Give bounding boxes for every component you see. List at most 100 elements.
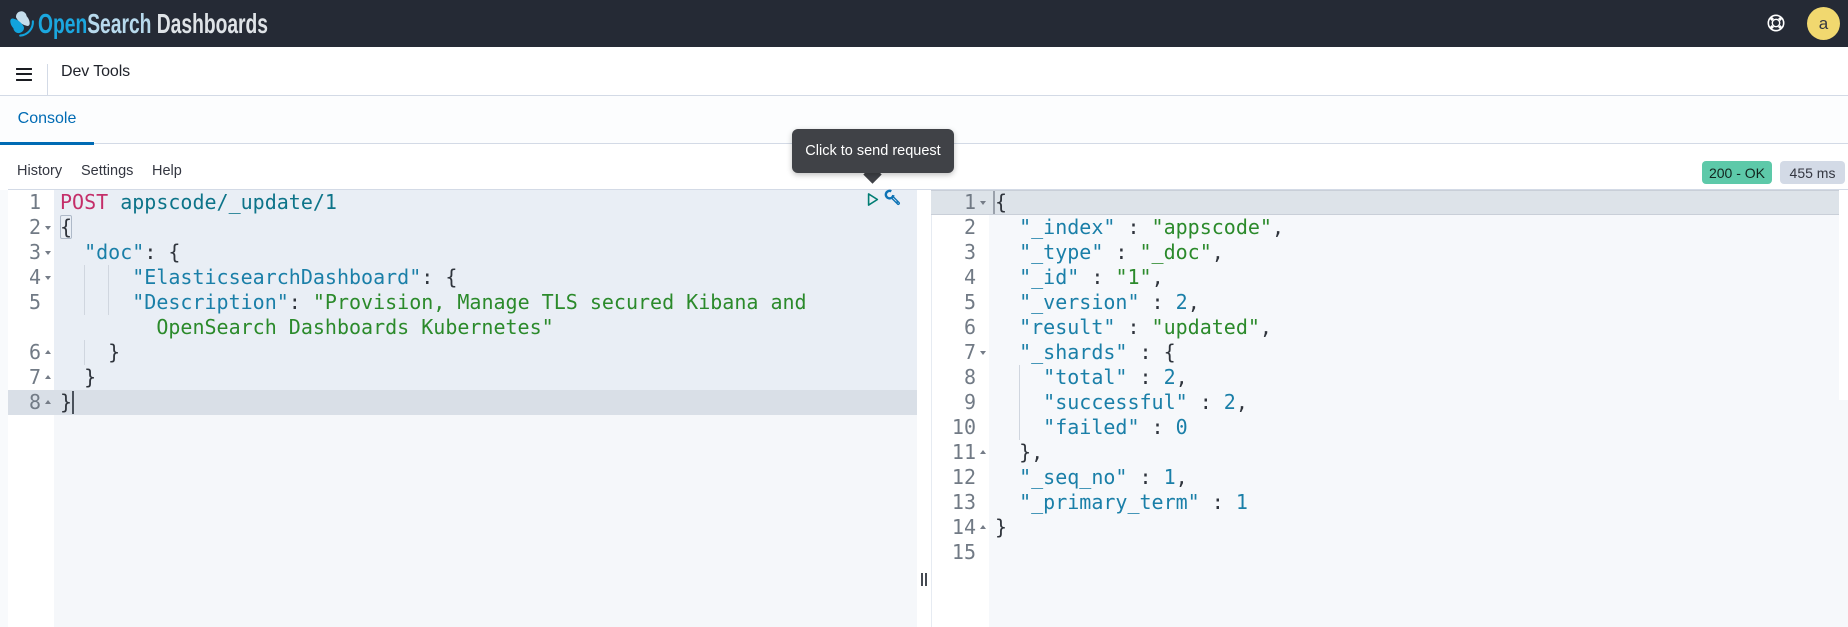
code-token-key: "_type"	[1019, 240, 1103, 264]
fold-caret-up-icon[interactable]	[45, 400, 51, 404]
code-token-key: "successful"	[1043, 390, 1188, 414]
menu-help[interactable]: Help	[152, 152, 182, 189]
code-token: :	[1140, 290, 1176, 314]
fold-caret-down-icon[interactable]	[980, 351, 986, 355]
code-token	[995, 315, 1019, 339]
code-token	[995, 215, 1019, 239]
code-token: ,	[1212, 240, 1224, 264]
menu-settings[interactable]: Settings	[81, 152, 133, 189]
code-token: :	[1115, 215, 1151, 239]
fold-caret-up-icon[interactable]	[45, 375, 51, 379]
code-token: {	[60, 215, 72, 239]
code-token: ,	[1260, 315, 1272, 339]
code-line: "result" : "updated",	[989, 315, 1839, 340]
code-line: "successful" : 2,	[989, 390, 1839, 415]
indent-guide	[108, 290, 109, 315]
code-token-str: OpenSearch Dashboards Kubernetes"	[156, 315, 553, 339]
code-line: "_seq_no" : 1,	[989, 465, 1839, 490]
code-token-key: "Description"	[132, 290, 289, 314]
code-token-num: 0	[1176, 415, 1188, 439]
send-request-icon[interactable]	[867, 192, 879, 207]
fold-caret-up-icon[interactable]	[980, 450, 986, 454]
gutter-line-number: 5	[8, 290, 54, 315]
code-token: {	[995, 190, 1007, 214]
gutter-line-number: 2	[931, 215, 989, 240]
indent-guide	[1019, 415, 1020, 440]
indent-guide	[108, 265, 109, 290]
code-line: {	[54, 215, 917, 240]
code-token: :	[1115, 315, 1151, 339]
code-token-str: "_doc"	[1140, 240, 1212, 264]
code-token: }	[60, 390, 72, 414]
code-token: ,	[1272, 215, 1284, 239]
code-line: "_type" : "_doc",	[989, 240, 1839, 265]
code-token	[60, 240, 84, 264]
code-token: :	[1140, 415, 1176, 439]
code-token	[60, 290, 132, 314]
code-token-method: POST	[60, 190, 120, 214]
code-token	[995, 290, 1019, 314]
gutter-line-number: 6	[931, 315, 989, 340]
code-line: OpenSearch Dashboards Kubernetes"	[54, 315, 917, 340]
fold-caret-down-icon[interactable]	[45, 251, 51, 255]
code-line: {	[989, 190, 1839, 215]
code-token: }	[60, 365, 96, 389]
code-token	[995, 340, 1019, 364]
request-editor[interactable]: 12345678 POST appscode/_update/1{ "doc":…	[8, 190, 917, 627]
code-token-str: "appscode"	[1152, 215, 1272, 239]
breadcrumb: Dev Tools	[61, 47, 130, 96]
code-token: ,	[1236, 390, 1248, 414]
code-token-num: 1	[1164, 465, 1176, 489]
tab-console[interactable]: Console	[0, 96, 94, 142]
code-token	[995, 490, 1019, 514]
menu-hamburger-icon[interactable]	[16, 68, 32, 82]
code-token: },	[995, 440, 1043, 464]
panel-resizer-grip[interactable]	[921, 573, 929, 587]
code-token: ,	[1176, 365, 1188, 389]
code-token	[995, 240, 1019, 264]
fold-caret-down-icon[interactable]	[45, 226, 51, 230]
tab-console-underline	[0, 142, 94, 145]
nav-bar: Dev Tools	[0, 47, 1848, 96]
gutter-line-number: 15	[931, 540, 989, 565]
code-token-key: "_version"	[1019, 290, 1139, 314]
fold-caret-down-icon[interactable]	[980, 201, 986, 205]
gutter-line-number: 3	[931, 240, 989, 265]
response-editor[interactable]: 123456789101112131415 { "_index" : "apps…	[931, 190, 1848, 627]
request-actions	[860, 189, 910, 214]
code-line: "_id" : "1",	[989, 265, 1839, 290]
code-line: "doc": {	[54, 240, 917, 265]
fold-caret-up-icon[interactable]	[980, 525, 986, 529]
code-line: "ElasticsearchDashboard": {	[54, 265, 917, 290]
code-token	[60, 265, 132, 289]
help-icon[interactable]	[1765, 12, 1787, 34]
user-avatar[interactable]: a	[1807, 7, 1840, 40]
code-line: "_version" : 2,	[989, 290, 1839, 315]
code-token-url: appscode/_update/1	[120, 190, 337, 214]
status-badge: 200 - OK	[1702, 161, 1772, 184]
gutter-line-number: 11	[931, 440, 989, 465]
code-line: "failed" : 0	[989, 415, 1839, 440]
code-token: :	[1127, 365, 1163, 389]
gutter-line-number: 5	[931, 290, 989, 315]
code-token: ,	[1188, 290, 1200, 314]
code-line	[989, 540, 1839, 565]
code-token	[60, 315, 156, 339]
wrench-icon[interactable]	[884, 189, 902, 207]
fold-caret-down-icon[interactable]	[45, 276, 51, 280]
indent-guide	[1019, 390, 1020, 415]
code-token-str: "updated"	[1152, 315, 1260, 339]
code-token: : {	[144, 240, 180, 264]
time-badge: 455 ms	[1780, 161, 1845, 184]
menu-history[interactable]: History	[17, 152, 62, 189]
gutter-line-number: 14	[931, 515, 989, 540]
code-token-str: "Provision, Manage TLS secured Kibana an…	[313, 290, 807, 314]
code-token: :	[1188, 390, 1224, 414]
response-scrollbar-track	[1839, 190, 1848, 400]
code-token-num: 2	[1176, 290, 1188, 314]
fold-caret-up-icon[interactable]	[45, 350, 51, 354]
code-token-key: "_primary_term"	[1019, 490, 1200, 514]
indent-guide	[84, 290, 85, 315]
code-line: "Description": "Provision, Manage TLS se…	[54, 290, 917, 315]
code-token	[995, 265, 1019, 289]
